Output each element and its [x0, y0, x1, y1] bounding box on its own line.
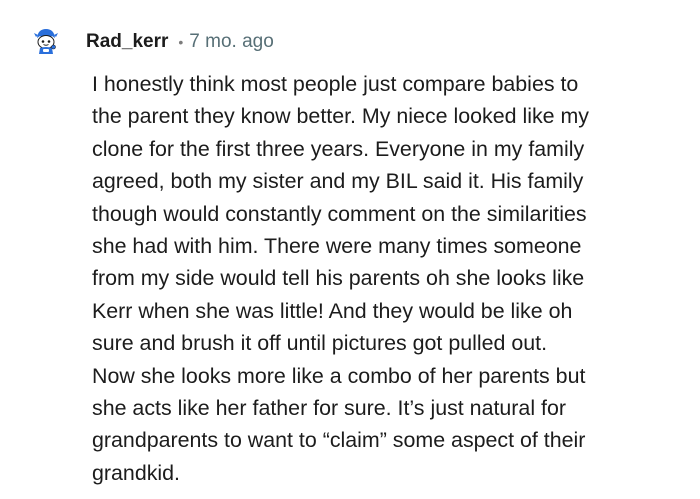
comment-body: I honestly think most people just compar…	[92, 68, 682, 489]
comment-body-line: agreed, both my sister and my BIL said i…	[92, 169, 584, 194]
comment-body-line: sure and brush it off until pictures got…	[92, 331, 548, 356]
comment-meta: Rad_kerr • 7 mo. ago	[86, 30, 274, 54]
comment-body-line: clone for the first three years. Everyon…	[92, 136, 585, 161]
comment-body-line: Kerr when she was little! And they would…	[92, 298, 573, 323]
username-link[interactable]: Rad_kerr	[86, 30, 168, 54]
comment-body-line: grandkid.	[92, 460, 180, 485]
comment-body-line: though would constantly comment on the s…	[92, 201, 587, 226]
meta-separator: •	[178, 34, 184, 50]
comment-body-line: she acts like her father for sure. It’s …	[92, 396, 566, 421]
timestamp-link[interactable]: 7 mo. ago	[189, 30, 274, 54]
comment-body-line: grandparents to want to “claim” some asp…	[92, 428, 586, 453]
comment-body-line: Now she looks more like a combo of her p…	[92, 363, 586, 388]
snoo-avatar-icon	[34, 29, 58, 54]
comment-body-line: she had with him. There were many times …	[92, 234, 582, 259]
comment-body-line: I honestly think most people just compar…	[92, 72, 579, 96]
comment: Rad_kerr • 7 mo. ago I honestly think mo…	[0, 0, 700, 499]
comment-body-line: from my side would tell his parents oh s…	[92, 266, 585, 291]
comment-body-line: the parent they know better. My niece lo…	[92, 104, 589, 129]
user-avatar[interactable]	[32, 27, 60, 55]
